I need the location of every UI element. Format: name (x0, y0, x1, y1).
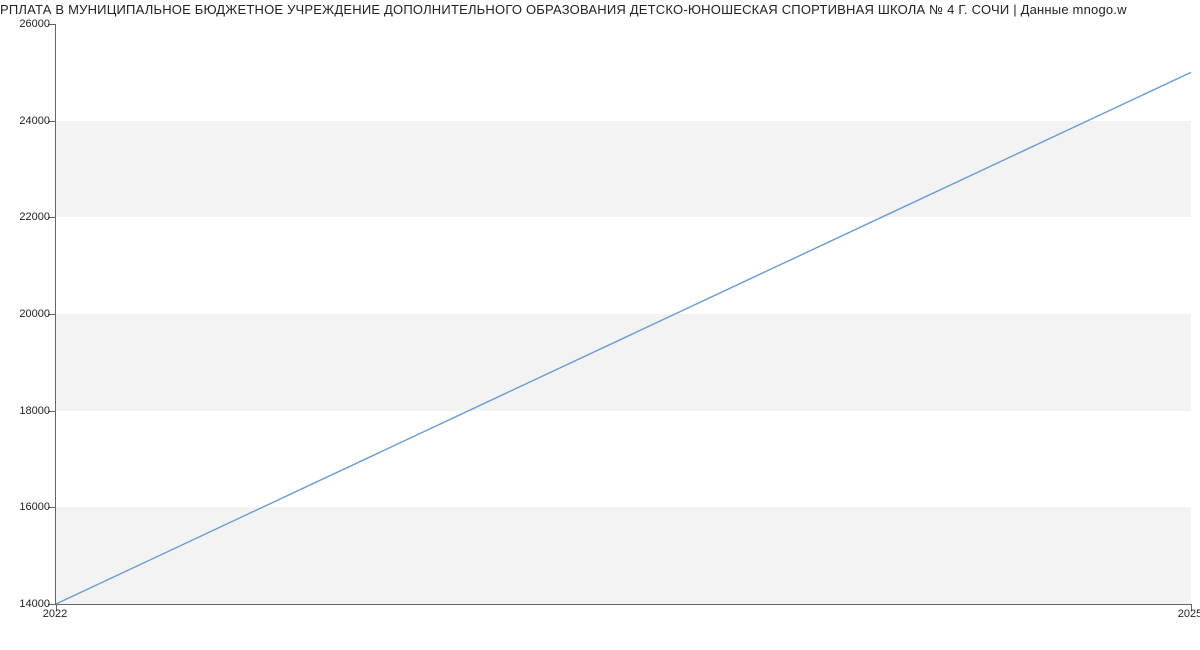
x-tick-label: 2022 (43, 608, 67, 620)
y-tick-label: 20000 (6, 308, 50, 320)
y-tick-label: 22000 (6, 211, 50, 223)
plot-area (55, 24, 1191, 605)
x-tick-label: 2025 (1178, 608, 1200, 620)
line-series (56, 24, 1191, 604)
y-tick-label: 16000 (6, 501, 50, 513)
y-tick-label: 18000 (6, 405, 50, 417)
y-tick-label: 26000 (6, 18, 50, 30)
y-tick-label: 24000 (6, 115, 50, 127)
chart-container: РПЛАТА В МУНИЦИПАЛЬНОЕ БЮДЖЕТНОЕ УЧРЕЖДЕ… (0, 0, 1200, 650)
chart-title: РПЛАТА В МУНИЦИПАЛЬНОЕ БЮДЖЕТНОЕ УЧРЕЖДЕ… (0, 2, 1200, 17)
